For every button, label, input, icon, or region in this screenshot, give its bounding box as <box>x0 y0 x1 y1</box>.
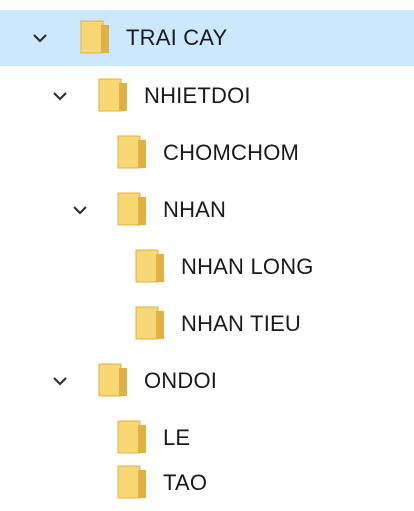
tree-item-ondoi[interactable]: ONDOI <box>0 353 414 409</box>
chevron-down-icon[interactable] <box>70 200 90 220</box>
folder-icon <box>135 306 165 340</box>
folder-icon <box>117 192 147 226</box>
tree-item-label: TAO <box>163 470 208 495</box>
tree-item-chomchom[interactable]: CHOMCHOM <box>0 125 414 181</box>
folder-icon <box>117 465 147 499</box>
tree-item-label: TRAI CAY <box>126 25 228 50</box>
tree-item-nhan[interactable]: NHAN <box>0 182 414 238</box>
chevron-down-icon[interactable] <box>30 28 50 48</box>
tree-item-trai-cay[interactable]: TRAI CAY <box>0 10 414 66</box>
tree-item-label: NHAN LONG <box>181 254 314 279</box>
tree-item-nhan-tieu[interactable]: NHAN TIEU <box>0 296 414 352</box>
tree-item-nhan-long[interactable]: NHAN LONG <box>0 239 414 295</box>
chevron-down-icon[interactable] <box>50 371 70 391</box>
tree-item-label: CHOMCHOM <box>163 140 300 165</box>
tree-item-label: NHIETDOI <box>144 83 251 108</box>
tree-item-tao[interactable]: TAO <box>0 455 414 511</box>
tree-item-label: NHAN TIEU <box>181 311 301 336</box>
tree-item-nhietdoi[interactable]: NHIETDOI <box>0 68 414 124</box>
folder-icon <box>80 20 110 54</box>
folder-tree: TRAI CAY NHIETDOI CHOMCHOM NHAN NHAN LON… <box>0 0 414 511</box>
tree-item-label: NHAN <box>163 197 227 222</box>
folder-icon <box>117 420 147 454</box>
folder-icon <box>117 135 147 169</box>
chevron-down-icon[interactable] <box>50 86 70 106</box>
folder-icon <box>98 78 128 112</box>
folder-icon <box>98 363 128 397</box>
folder-icon <box>135 249 165 283</box>
tree-item-label: ONDOI <box>144 368 218 393</box>
